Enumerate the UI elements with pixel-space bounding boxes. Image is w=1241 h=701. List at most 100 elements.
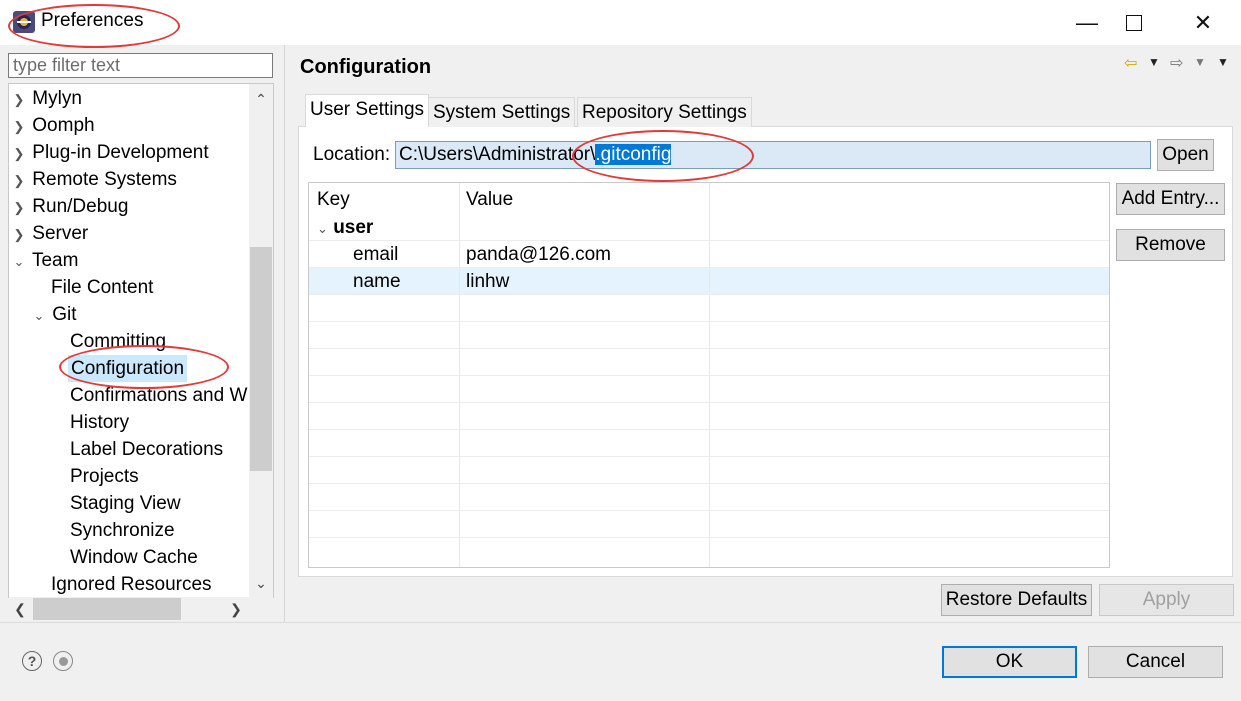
table-section-user[interactable]: ⌄ user — [317, 214, 373, 242]
tree-item-server[interactable]: ❯ Server — [11, 220, 89, 248]
tree-item-label: Staging View — [70, 493, 181, 514]
cancel-button[interactable]: Cancel — [1088, 646, 1223, 678]
help-icon[interactable]: ? — [22, 651, 42, 671]
back-dropdown-icon[interactable]: ▼ — [1148, 55, 1160, 69]
tree-item-label: Ignored Resources — [51, 574, 212, 595]
table-row-name-key[interactable]: name — [353, 268, 401, 295]
tree-item-label: Plug-in Development — [32, 142, 209, 163]
scroll-down-icon[interactable]: ⌄ — [250, 572, 272, 594]
view-menu-icon[interactable]: ▼ — [1217, 55, 1229, 69]
row-divider — [309, 321, 1109, 322]
remove-button[interactable]: Remove — [1116, 229, 1225, 261]
row-divider — [309, 483, 1109, 484]
ok-button[interactable]: OK — [942, 646, 1077, 678]
row-divider — [309, 456, 1109, 457]
tree-item-mylyn[interactable]: ❯ Mylyn — [11, 85, 82, 112]
tree-item-label: History — [70, 412, 130, 433]
tree-item-label: Git — [52, 304, 77, 325]
chevron-right-icon[interactable]: ❯ — [11, 113, 27, 140]
tree-item-label: Server — [32, 223, 89, 244]
scroll-up-icon[interactable]: ⌃ — [250, 88, 272, 110]
row-divider — [309, 429, 1109, 430]
tree-item-team[interactable]: ⌄ Team — [11, 247, 79, 275]
minimize-icon: — — [1076, 9, 1098, 35]
column-header-value[interactable]: Value — [466, 186, 513, 213]
tree-item-label: Window Cache — [70, 547, 198, 568]
tree-item-label: Team — [31, 250, 79, 271]
preference-tree[interactable]: ❯ Mylyn ❯ Oomph ❯ Plug-in Development ❯ … — [8, 83, 274, 598]
tree-item-label-decorations[interactable]: Label Decorations — [70, 436, 223, 463]
page-title: Configuration — [300, 56, 432, 78]
chevron-down-icon[interactable]: ⌄ — [31, 302, 47, 329]
restore-defaults-button[interactable]: Restore Defaults — [941, 584, 1092, 616]
location-field[interactable]: C:\Users\Administrator\.gitconfig — [395, 141, 1151, 169]
tree-item-history[interactable]: History — [70, 409, 129, 436]
chevron-right-icon[interactable]: ❯ — [11, 86, 27, 113]
row-divider — [309, 510, 1109, 511]
row-divider — [309, 375, 1109, 376]
scroll-right-icon[interactable]: ❯ — [226, 598, 246, 620]
back-arrow-icon[interactable]: ⇦ — [1124, 53, 1137, 73]
tree-item-file-content[interactable]: File Content — [51, 274, 153, 301]
chevron-right-icon[interactable]: ❯ — [11, 194, 27, 221]
tree-horizontal-scroll-thumb[interactable] — [33, 598, 181, 620]
tree-item-window-cache[interactable]: Window Cache — [70, 544, 198, 571]
close-icon: ✕ — [1193, 9, 1213, 35]
forward-arrow-icon[interactable]: ⇨ — [1170, 53, 1183, 73]
annotation-ellipse-configuration — [59, 345, 229, 389]
table-row-email-key[interactable]: email — [353, 241, 398, 268]
section-label: user — [333, 217, 374, 238]
table-row-email-value[interactable]: panda@126.com — [466, 241, 611, 268]
maximize-button[interactable] — [1111, 0, 1157, 45]
tree-item-staging-view[interactable]: Staging View — [70, 490, 181, 517]
apply-button[interactable]: Apply — [1099, 584, 1234, 616]
tree-item-label: Projects — [70, 466, 139, 487]
chevron-down-icon[interactable]: ⌄ — [317, 221, 328, 236]
row-divider — [309, 348, 1109, 349]
row-divider — [309, 402, 1109, 403]
row-divider — [309, 240, 1109, 241]
annotation-ellipse-gitconfig — [572, 130, 754, 182]
tree-item-label: Remote Systems — [32, 169, 177, 190]
add-entry-button[interactable]: Add Entry... — [1116, 183, 1225, 215]
chevron-right-icon[interactable]: ❯ — [11, 167, 27, 194]
open-button[interactable]: Open — [1157, 139, 1214, 171]
tab-user-settings[interactable]: User Settings — [305, 94, 430, 127]
row-divider — [309, 537, 1109, 538]
tree-item-plugin-development[interactable]: ❯ Plug-in Development — [11, 139, 209, 166]
tab-repository-settings[interactable]: Repository Settings — [577, 97, 752, 127]
tab-system-settings[interactable]: System Settings — [428, 97, 576, 127]
record-icon[interactable] — [53, 651, 73, 671]
config-table[interactable]: Key Value ⌄ user email panda@126.com nam… — [308, 182, 1110, 568]
chevron-down-icon[interactable]: ⌄ — [11, 248, 27, 275]
tree-item-label: File Content — [51, 277, 154, 298]
tree-item-git[interactable]: ⌄ Git — [31, 301, 77, 328]
forward-dropdown-icon[interactable]: ▼ — [1194, 55, 1206, 69]
tree-item-label: Label Decorations — [70, 439, 224, 460]
minimize-button[interactable]: — — [1064, 0, 1110, 45]
tree-item-remote-systems[interactable]: ❯ Remote Systems — [11, 166, 177, 193]
tree-item-label: Synchronize — [70, 520, 175, 541]
filter-input[interactable] — [8, 53, 273, 78]
scroll-left-icon[interactable]: ❮ — [10, 598, 30, 620]
title-bar — [0, 0, 1241, 45]
table-row-name-value[interactable]: linhw — [466, 268, 509, 295]
column-header-key[interactable]: Key — [317, 186, 350, 213]
tree-item-oomph[interactable]: ❯ Oomph — [11, 112, 95, 139]
footer-separator — [0, 622, 1241, 623]
tree-item-projects[interactable]: Projects — [70, 463, 139, 490]
row-divider — [309, 294, 1109, 295]
tree-item-label: Run/Debug — [32, 196, 129, 217]
location-label: Location: — [313, 144, 391, 165]
close-button[interactable]: ✕ — [1180, 0, 1226, 45]
chevron-right-icon[interactable]: ❯ — [11, 221, 27, 248]
chevron-right-icon[interactable]: ❯ — [11, 140, 27, 167]
tree-item-label: Mylyn — [32, 88, 82, 109]
tree-item-synchronize[interactable]: Synchronize — [70, 517, 175, 544]
tree-item-ignored-resources[interactable]: Ignored Resources — [51, 571, 212, 597]
tree-item-run-debug[interactable]: ❯ Run/Debug — [11, 193, 129, 221]
tree-vertical-scroll-thumb[interactable] — [250, 247, 272, 471]
tree-item-label: Oomph — [32, 115, 95, 136]
location-path-prefix: C:\Users\Administrator\ — [399, 144, 596, 165]
row-divider — [309, 267, 1109, 268]
